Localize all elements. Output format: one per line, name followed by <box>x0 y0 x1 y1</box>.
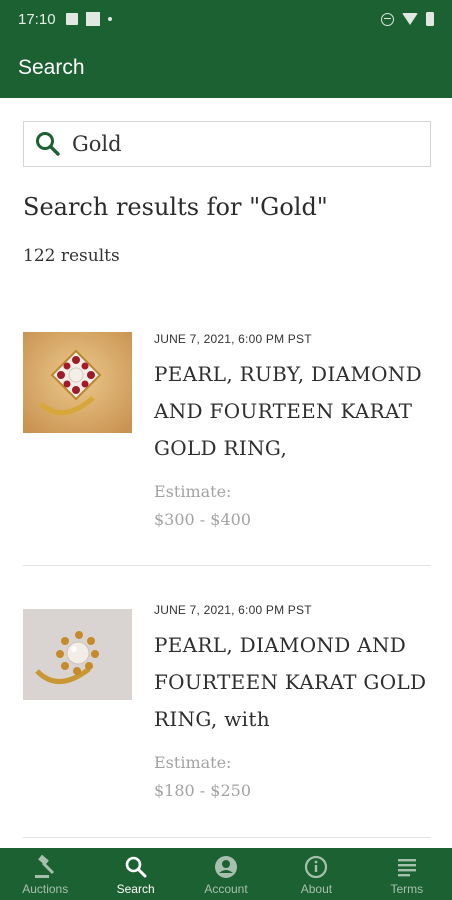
auction-date: JUNE 7, 2021, 6:00 PM PST <box>154 603 312 617</box>
status-time: 17:10 <box>18 10 56 28</box>
battery-icon <box>426 12 434 26</box>
do-not-disturb-icon <box>381 12 394 26</box>
result-card[interactable]: JUNE 7, 2021, 6:00 PM PST PEARL, DIAMOND… <box>23 603 431 813</box>
lot-thumbnail[interactable] <box>23 332 132 433</box>
lot-thumbnail[interactable] <box>23 609 132 700</box>
nav-account[interactable]: Account <box>181 848 271 900</box>
app-notification-icon <box>85 12 100 26</box>
gavel-icon <box>32 854 58 880</box>
search-icon <box>123 854 149 880</box>
estimate-label: Estimate: <box>154 482 232 501</box>
estimate-value: $300 - $400 <box>154 510 252 529</box>
nav-label: Search <box>116 882 155 896</box>
estimate-label: Estimate: <box>154 753 232 772</box>
divider <box>23 837 431 838</box>
nav-terms[interactable]: Terms <box>362 848 452 900</box>
estimate-value: $180 - $250 <box>154 781 252 800</box>
nav-about[interactable]: About <box>271 848 361 900</box>
info-icon <box>303 854 329 880</box>
results-count: 122 results <box>23 246 120 266</box>
search-icon[interactable] <box>24 130 72 158</box>
divider <box>23 565 431 566</box>
bottom-navigation: Auctions Search Account About Terms <box>0 848 452 900</box>
document-lines-icon <box>394 854 420 880</box>
nav-auctions[interactable]: Auctions <box>0 848 90 900</box>
search-input[interactable] <box>72 132 412 156</box>
account-icon <box>213 854 239 880</box>
lot-title[interactable]: PEARL, DIAMOND AND FOURTEEN KARAT GOLD R… <box>154 627 439 738</box>
app-bar: Search <box>0 38 452 98</box>
page-title: Search <box>18 56 85 79</box>
more-notifications-icon <box>107 17 112 21</box>
auction-date: JUNE 7, 2021, 6:00 PM PST <box>154 332 312 346</box>
result-card[interactable]: JUNE 7, 2021, 6:00 PM PST PEARL, RUBY, D… <box>23 332 431 542</box>
nav-search[interactable]: Search <box>90 848 180 900</box>
nav-label: Terms <box>390 882 424 896</box>
nav-label: About <box>300 882 333 896</box>
search-bar[interactable] <box>23 121 431 167</box>
status-bar: 17:10 <box>0 0 452 38</box>
nav-label: Account <box>204 882 248 896</box>
wifi-icon <box>402 13 418 25</box>
gallery-notification-icon <box>65 13 78 25</box>
nav-label: Auctions <box>22 882 69 896</box>
results-heading: Search results for "Gold" <box>23 193 328 221</box>
lot-title[interactable]: PEARL, RUBY, DIAMOND AND FOURTEEN KARAT … <box>154 356 439 467</box>
